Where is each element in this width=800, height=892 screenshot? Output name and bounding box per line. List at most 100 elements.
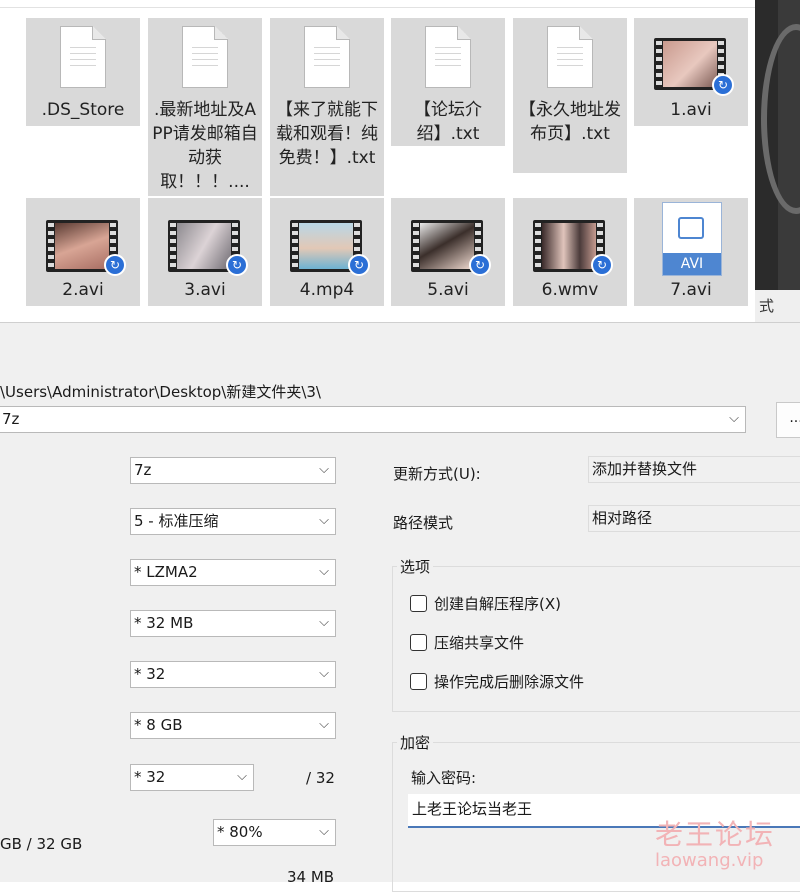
file-tile[interactable]: ↻ 4.mp4 — [270, 198, 384, 306]
archive-name-value: 7z — [2, 410, 20, 428]
solid-block-size-value: * 8 GB — [134, 716, 183, 734]
background-window-strip: 式 — [755, 0, 800, 322]
file-tile[interactable]: ↻ 1.avi — [634, 18, 748, 126]
solid-block-size-select[interactable]: * 8 GB ⌵ — [130, 712, 336, 739]
file-tile[interactable]: ↻ 3.avi — [148, 198, 262, 306]
file-name: 2.avi — [62, 280, 104, 300]
sfx-option[interactable]: 创建自解压程序(X) — [410, 593, 561, 614]
file-tile[interactable]: ↻ 2.avi — [26, 198, 140, 306]
video-thumbnail: ↻ — [513, 198, 627, 276]
document-icon — [270, 18, 384, 94]
video-thumbnail: ↻ — [634, 18, 748, 96]
cpu-threads-select[interactable]: * 32 ⌵ — [130, 764, 254, 791]
file-tile[interactable]: 【来了就能下载和观看！纯免费！】.txt — [270, 18, 384, 196]
video-thumbnail: ↻ — [270, 198, 384, 276]
word-size-select[interactable]: * 32 ⌵ — [130, 661, 336, 688]
media-player-icon: ↻ — [226, 254, 248, 276]
file-name: 7.avi — [670, 280, 712, 300]
dictionary-size-value: * 32 MB — [134, 614, 194, 632]
memory-usage-value: 34 MB — [287, 868, 335, 886]
file-tile[interactable]: AVI 7.avi — [634, 198, 748, 306]
cpu-threads-max: / 32 — [306, 769, 335, 787]
dictionary-size-select[interactable]: * 32 MB ⌵ — [130, 610, 336, 637]
path-mode-select[interactable]: 相对路径 — [588, 505, 800, 532]
document-icon — [26, 18, 140, 94]
checkbox[interactable] — [410, 634, 427, 651]
file-name: .最新地址及APP请发邮箱自动获取！！！.... — [152, 100, 258, 192]
memory-percent-select[interactable]: * 80% ⌵ — [213, 819, 336, 846]
archive-name-combo[interactable]: 7z ⌵ — [0, 406, 746, 433]
options-group-title: 选项 — [397, 556, 434, 577]
document-icon — [513, 18, 627, 94]
file-name: 4.mp4 — [299, 280, 355, 300]
update-mode-select[interactable]: 添加并替换文件 — [588, 456, 800, 483]
media-player-icon: ↻ — [591, 254, 613, 276]
file-name: 【永久地址发布页】.txt — [519, 100, 621, 144]
emblem-graphic — [761, 24, 800, 214]
checkbox[interactable] — [410, 673, 427, 690]
archive-format-value: 7z — [134, 461, 152, 479]
sfx-option-label: 创建自解压程序(X) — [434, 595, 561, 613]
browse-button[interactable]: ... — [776, 402, 800, 438]
compression-level-select[interactable]: 5 - 标准压缩 ⌵ — [130, 508, 336, 535]
file-name: 1.avi — [670, 100, 712, 120]
video-file-icon: AVI — [634, 198, 748, 276]
chevron-down-icon: ⌵ — [319, 513, 329, 528]
chevron-down-icon: ⌵ — [729, 411, 739, 426]
shared-files-option-label: 压缩共享文件 — [434, 634, 525, 652]
chevron-down-icon: ⌵ — [319, 462, 329, 477]
delete-source-option-label: 操作完成后删除源文件 — [434, 673, 585, 691]
file-tile[interactable]: .最新地址及APP请发邮箱自动获取！！！.... — [148, 18, 262, 196]
chevron-down-icon: ⌵ — [319, 824, 329, 839]
file-tile[interactable]: .DS_Store — [26, 18, 140, 126]
checkbox[interactable] — [410, 595, 427, 612]
document-icon — [391, 18, 505, 94]
compression-method-value: * LZMA2 — [134, 563, 198, 581]
word-size-value: * 32 — [134, 665, 166, 683]
update-mode-value: 添加并替换文件 — [592, 460, 698, 478]
file-name: 3.avi — [184, 280, 226, 300]
video-thumbnail: ↻ — [148, 198, 262, 276]
file-name: 6.wmv — [541, 280, 599, 300]
update-mode-label: 更新方式(U): — [393, 465, 481, 483]
video-thumbnail: ↻ — [391, 198, 505, 276]
memory-usage-label: GB / 32 GB — [0, 835, 83, 853]
background-window-text: 式 — [755, 290, 800, 322]
chevron-down-icon: ⌵ — [237, 769, 247, 784]
chevron-down-icon: ⌵ — [319, 615, 329, 630]
media-player-icon: ↻ — [348, 254, 370, 276]
document-icon — [148, 18, 262, 94]
file-name: 【来了就能下载和观看！纯免费！】.txt — [276, 100, 378, 168]
media-player-icon: ↻ — [469, 254, 491, 276]
watermark-url: laowang.vip — [655, 850, 764, 871]
path-mode-label: 路径模式 — [393, 514, 454, 532]
memory-percent-value: * 80% — [217, 823, 263, 841]
password-label: 输入密码: — [411, 769, 477, 787]
compression-level-value: 5 - 标准压缩 — [134, 512, 219, 530]
archive-path-label: \Users\Administrator\Desktop\新建文件夹\3\ — [0, 383, 321, 401]
delete-source-option[interactable]: 操作完成后删除源文件 — [410, 671, 584, 692]
file-name: .DS_Store — [41, 100, 125, 120]
path-mode-value: 相对路径 — [592, 509, 653, 527]
shared-files-option[interactable]: 压缩共享文件 — [410, 632, 524, 653]
compression-method-select[interactable]: * LZMA2 ⌵ — [130, 559, 336, 586]
video-thumbnail: ↻ — [26, 198, 140, 276]
file-tile[interactable]: ↻ 6.wmv — [513, 198, 627, 306]
file-explorer-view: .DS_Store .最新地址及APP请发邮箱自动获取！！！.... 【来了就能… — [0, 0, 755, 322]
add-to-archive-dialog: \Users\Administrator\Desktop\新建文件夹\3\ 7z… — [0, 322, 800, 892]
camera-icon — [678, 217, 704, 239]
file-name: 【论坛介绍】.txt — [414, 100, 482, 144]
media-player-icon: ↻ — [712, 74, 734, 96]
file-tile[interactable]: 【论坛介绍】.txt — [391, 18, 505, 146]
file-name: 5.avi — [427, 280, 469, 300]
chevron-down-icon: ⌵ — [319, 717, 329, 732]
chevron-down-icon: ⌵ — [319, 564, 329, 579]
chevron-down-icon: ⌵ — [319, 666, 329, 681]
media-player-icon: ↻ — [104, 254, 126, 276]
avi-badge: AVI — [663, 253, 721, 275]
file-tile[interactable]: ↻ 5.avi — [391, 198, 505, 306]
watermark-title: 老王论坛 — [655, 818, 776, 851]
explorer-top-divider — [0, 7, 755, 8]
file-tile[interactable]: 【永久地址发布页】.txt — [513, 18, 627, 173]
archive-format-select[interactable]: 7z ⌵ — [130, 457, 336, 484]
